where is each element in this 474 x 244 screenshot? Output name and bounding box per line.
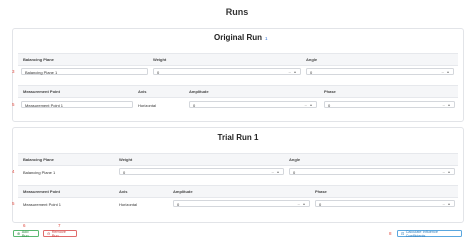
phase-input[interactable]: 0 – ▴	[324, 100, 455, 108]
row-marker: 5	[12, 102, 15, 107]
row-marker: 3	[12, 69, 15, 74]
amplitude-input[interactable]: 0 – ▴	[189, 100, 317, 108]
header-angle: Angle	[289, 157, 301, 162]
header-phase: Phase	[324, 89, 336, 94]
plane-select[interactable]: Balancing Plane 1	[21, 67, 148, 75]
weight-input[interactable]: 0 – ▴	[119, 167, 284, 175]
trial-run-card: Trial Run 1 Balancing Plane Weight Angle…	[12, 127, 464, 223]
stepper-icon: – ▴	[442, 201, 451, 206]
header-weight: Weight	[153, 57, 167, 62]
stepper-icon: – ▴	[442, 169, 451, 174]
row-marker: 4	[12, 169, 15, 174]
plus-icon: ⊕	[17, 232, 21, 236]
calculate-coefficients-button[interactable]: ⊡ Calculate Influence Coefficients	[397, 229, 462, 238]
stepper-icon: – ▴	[271, 169, 280, 174]
phase-input[interactable]: 0 – ▴	[315, 199, 455, 207]
amplitude-value: 0	[193, 102, 196, 108]
phase-value: 0	[319, 201, 322, 207]
axis-value: Horizontal	[119, 201, 138, 207]
header-measurement-point: Measurement Point	[23, 89, 60, 94]
weight-input[interactable]: 0 – ▴	[153, 67, 301, 75]
axis-value: Horizontal	[138, 102, 157, 108]
point-value: Measurement Point 1	[23, 201, 62, 207]
trial-run-title: Trial Run 1	[13, 133, 463, 142]
points-table-header: Measurement Point Axis Amplitude Phase	[18, 185, 458, 198]
calculator-icon: ⊡	[401, 232, 405, 236]
plane-row: 3 Balancing Plane 1 0 – ▴ 0 – ▴	[12, 66, 458, 77]
header-balancing-plane: Balancing Plane	[23, 57, 54, 62]
stepper-icon: – ▴	[442, 102, 451, 107]
weight-value: 0	[123, 169, 126, 175]
stepper-icon: – ▴	[297, 201, 306, 206]
stepper-icon: – ▴	[441, 69, 450, 74]
header-phase: Phase	[315, 189, 327, 194]
angle-input[interactable]: 0 – ▴	[306, 67, 454, 75]
header-angle: Angle	[306, 57, 318, 62]
trial-run-title-text: Trial Run 1	[217, 133, 259, 142]
planes-table-header: Balancing Plane Weight Angle	[18, 153, 458, 166]
header-amplitude: Amplitude	[173, 189, 193, 194]
point-row: 5 Measurement Point 1 Horizontal 0 – ▴ 0…	[12, 198, 458, 209]
stepper-icon: – ▴	[288, 69, 297, 74]
point-select-value: Measurement Point 1	[25, 102, 64, 108]
marker-calc: 8	[389, 231, 392, 236]
header-balancing-plane: Balancing Plane	[23, 157, 54, 162]
original-run-title: Original Run	[13, 33, 463, 42]
header-measurement-point: Measurement Point	[23, 189, 60, 194]
row-marker: 5	[12, 201, 15, 206]
plane-select-value: Balancing Plane 1	[25, 69, 58, 75]
amplitude-value: 0	[177, 201, 180, 207]
header-axis: Axis	[119, 189, 128, 194]
stepper-icon: – ▴	[304, 102, 313, 107]
header-amplitude: Amplitude	[189, 89, 209, 94]
remove-run-button[interactable]: ⊖ Remove Run	[43, 229, 77, 238]
marker-add: 6	[23, 223, 26, 228]
plane-value: Balancing Plane 1	[23, 169, 56, 175]
angle-value: 0	[293, 169, 296, 175]
remove-run-label: Remove Run	[51, 229, 66, 238]
header-axis: Axis	[138, 89, 147, 94]
angle-value: 0	[310, 69, 313, 75]
add-run-label: Add Run	[21, 229, 29, 238]
plane-row: 4 Balancing Plane 1 0 – ▴ 0 – ▴	[12, 166, 458, 177]
phase-value: 0	[328, 102, 331, 108]
points-table-header: Measurement Point Axis Amplitude Phase	[18, 85, 458, 98]
calculate-label: Calculate Influence Coefficients	[405, 229, 438, 238]
original-run-card: Original Run 1 Balancing Plane Weight An…	[12, 28, 464, 122]
weight-value: 0	[157, 69, 160, 75]
original-run-title-text: Original Run	[214, 33, 262, 42]
amplitude-input[interactable]: 0 – ▴	[173, 199, 310, 207]
angle-input[interactable]: 0 – ▴	[289, 167, 455, 175]
minus-icon: ⊖	[47, 232, 51, 236]
marker-remove: 7	[58, 223, 61, 228]
add-run-button[interactable]: ⊕ Add Run	[13, 229, 39, 238]
point-select[interactable]: Measurement Point 1	[21, 100, 133, 108]
run-count-badge: 1	[265, 36, 268, 41]
point-row: 5 Measurement Point 1 Horizontal 0 – ▴ 0…	[12, 99, 458, 110]
planes-table-header: Balancing Plane Weight Angle	[18, 53, 458, 66]
header-weight: Weight	[119, 157, 133, 162]
page-title: Runs	[225, 7, 249, 17]
